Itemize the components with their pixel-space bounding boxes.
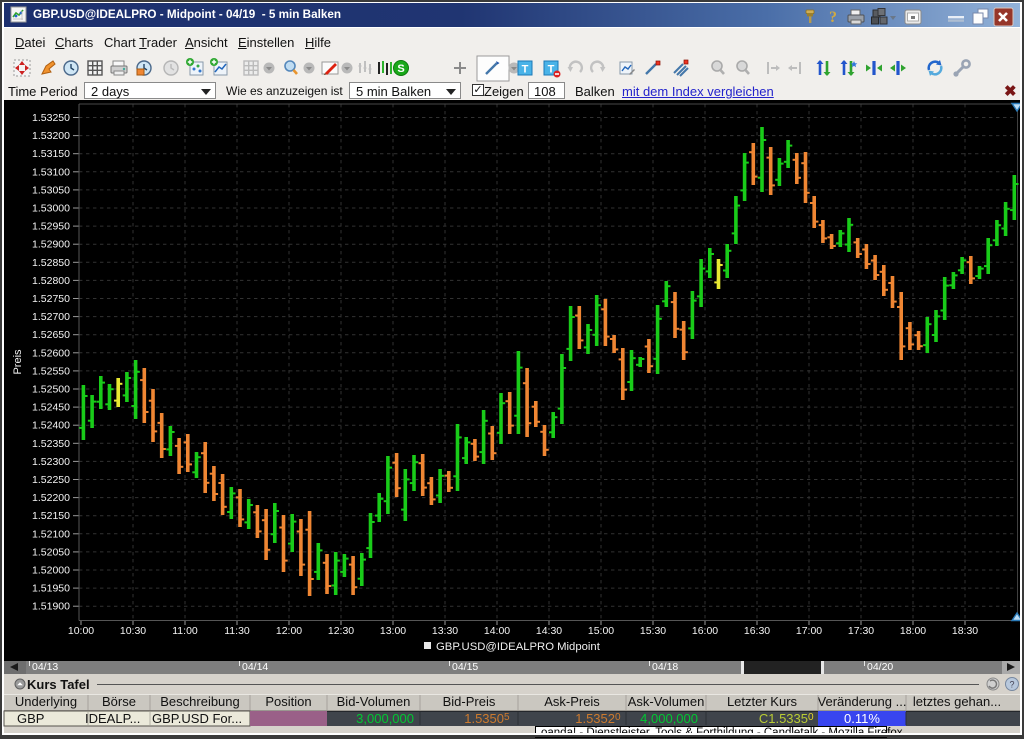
svg-text:1.52850: 1.52850 <box>32 257 70 269</box>
svg-text:11:00: 11:00 <box>172 625 198 637</box>
svg-text:14:00: 14:00 <box>484 625 510 637</box>
svg-text:1.52200: 1.52200 <box>32 492 70 504</box>
svg-text:Bid-Volumen: Bid-Volumen <box>337 694 411 709</box>
svg-text:?: ? <box>829 9 837 26</box>
svg-text:15:00: 15:00 <box>588 625 614 637</box>
svg-text:GBP.USD For...: GBP.USD For... <box>152 711 242 726</box>
svg-text:S: S <box>397 63 404 75</box>
svg-text:Börse: Börse <box>102 694 136 709</box>
svg-text:4,000,000: 4,000,000 <box>640 711 698 726</box>
svg-text:Position: Position <box>265 694 311 709</box>
svg-text:1.53250: 1.53250 <box>32 112 70 124</box>
svg-text:Underlying: Underlying <box>15 694 77 709</box>
svg-text:1.52800: 1.52800 <box>32 275 70 287</box>
svg-text:16:00: 16:00 <box>692 625 718 637</box>
svg-text:1.52750: 1.52750 <box>32 293 70 305</box>
svg-text:18:00: 18:00 <box>900 625 926 637</box>
svg-text:18:30: 18:30 <box>952 625 978 637</box>
svg-text:3,000,000: 3,000,000 <box>356 711 414 726</box>
svg-text:Veränderung ...: Veränderung ... <box>818 694 907 709</box>
svg-text:1.53150: 1.53150 <box>32 148 70 160</box>
svg-text:0: 0 <box>615 712 621 723</box>
svg-text:Letzter Kurs: Letzter Kurs <box>727 694 798 709</box>
svg-text:15:30: 15:30 <box>640 625 666 637</box>
svg-text:11:30: 11:30 <box>224 625 250 637</box>
svg-text:1.52250: 1.52250 <box>32 474 70 486</box>
svg-text:1.5350: 1.5350 <box>464 711 504 726</box>
svg-text:Bid-Preis: Bid-Preis <box>443 694 496 709</box>
svg-text:GBP.USD@IDEALPRO Midpoint: GBP.USD@IDEALPRO Midpoint <box>436 641 601 653</box>
svg-text:1.52350: 1.52350 <box>32 438 70 450</box>
svg-text:1.52500: 1.52500 <box>32 384 70 396</box>
svg-text:5: 5 <box>504 712 510 723</box>
svg-text:1.52450: 1.52450 <box>32 402 70 414</box>
svg-text:0.11%: 0.11% <box>844 711 880 726</box>
svg-text:10:00: 10:00 <box>68 625 94 637</box>
svg-text:0: 0 <box>808 712 814 723</box>
svg-text:17:30: 17:30 <box>848 625 874 637</box>
svg-text:13:30: 13:30 <box>432 625 458 637</box>
svg-text:13:00: 13:00 <box>380 625 406 637</box>
svg-text:1.52700: 1.52700 <box>32 311 70 323</box>
svg-text:1.52550: 1.52550 <box>32 365 70 377</box>
svg-text:C1.5335: C1.5335 <box>759 711 808 726</box>
svg-text:17:00: 17:00 <box>796 625 822 637</box>
svg-text:GBP: GBP <box>17 711 44 726</box>
svg-text:letztes gehan...: letztes gehan... <box>913 694 1001 709</box>
svg-text:12:30: 12:30 <box>328 625 354 637</box>
svg-text:12:00: 12:00 <box>276 625 302 637</box>
svg-text:1.52900: 1.52900 <box>32 239 70 251</box>
svg-text:1.52600: 1.52600 <box>32 347 70 359</box>
svg-text:14:30: 14:30 <box>536 625 562 637</box>
svg-text:1.52950: 1.52950 <box>32 221 70 233</box>
svg-text:1.52050: 1.52050 <box>32 546 70 558</box>
svg-text:1.52100: 1.52100 <box>32 528 70 540</box>
svg-text:1.51950: 1.51950 <box>32 583 70 595</box>
svg-text:1.53050: 1.53050 <box>32 184 70 196</box>
svg-text:16:30: 16:30 <box>744 625 770 637</box>
svg-text:Preis: Preis <box>12 349 24 375</box>
svg-text:1.53100: 1.53100 <box>32 166 70 178</box>
svg-text:10:30: 10:30 <box>120 625 146 637</box>
svg-text:1.52150: 1.52150 <box>32 510 70 522</box>
svg-text:IDEALP...: IDEALP... <box>85 711 140 726</box>
svg-text:1.52650: 1.52650 <box>32 329 70 341</box>
svg-text:1.53200: 1.53200 <box>32 130 70 142</box>
svg-text:1.52300: 1.52300 <box>32 456 70 468</box>
svg-text:Ask-Preis: Ask-Preis <box>544 694 600 709</box>
svg-text:1.51900: 1.51900 <box>32 601 70 613</box>
svg-text:T: T <box>522 64 529 76</box>
svg-text:1.53000: 1.53000 <box>32 203 70 215</box>
svg-text:Beschreibung: Beschreibung <box>160 694 240 709</box>
svg-text:Ask-Volumen: Ask-Volumen <box>628 694 705 709</box>
svg-text:1.52400: 1.52400 <box>32 420 70 432</box>
svg-text:1.52000: 1.52000 <box>32 565 70 577</box>
svg-text:1.5352: 1.5352 <box>575 711 615 726</box>
